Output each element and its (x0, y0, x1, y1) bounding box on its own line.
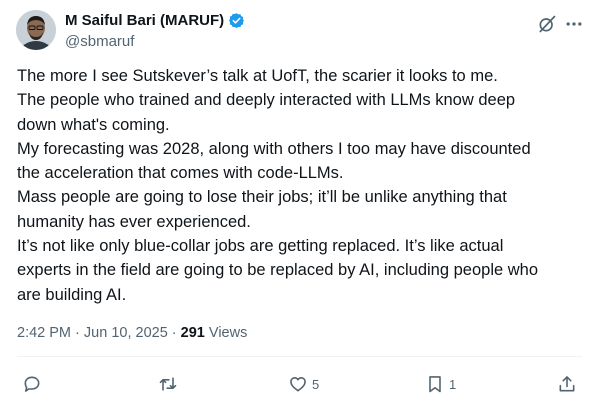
bookmark-count: 1 (449, 376, 457, 392)
author-handle[interactable]: @sbmaruf (65, 33, 134, 50)
verified-badge-icon (228, 12, 245, 29)
heart-icon (288, 374, 308, 394)
tweet-line: humanity has ever experienced. (17, 212, 251, 231)
views-count: 291 (180, 325, 205, 341)
more-icon[interactable] (564, 14, 584, 34)
divider (17, 356, 582, 357)
tweet-line: My forecasting was 2028, along with othe… (17, 139, 531, 158)
tweet-line: It’s not like only blue-collar jobs are … (17, 237, 504, 256)
reply-icon (22, 374, 42, 394)
share-icon (557, 374, 577, 394)
tweet-date[interactable]: Jun 10, 2025 (84, 325, 168, 341)
meta-separator: · (171, 325, 177, 341)
action-bar: 5 1 (0, 372, 599, 396)
like-count: 5 (312, 376, 320, 392)
bookmark-button[interactable]: 1 (425, 372, 456, 396)
tweet-line: experts in the field are going to be rep… (17, 261, 539, 280)
tweet-line: down what's coming. (17, 115, 170, 134)
tweet-line: Mass people are going to lose their jobs… (17, 188, 507, 207)
tweet-text: The more I see Sutskever’s talk at UofT,… (17, 64, 587, 307)
author-name-text: M Saiful Bari (MARUF) (65, 12, 225, 29)
reply-button[interactable] (22, 372, 46, 396)
tweet-line: are building AI. (17, 285, 127, 304)
tweet-line: the acceleration that comes with code-LL… (17, 164, 344, 183)
tweet-line: The more I see Sutskever’s talk at UofT,… (17, 67, 498, 85)
tweet-time[interactable]: 2:42 PM (17, 325, 71, 341)
meta-separator: · (75, 325, 80, 341)
retweet-button[interactable] (158, 372, 182, 396)
tweet-line: The people who trained and deeply intera… (17, 91, 516, 110)
share-button[interactable] (557, 372, 577, 396)
author-name[interactable]: M Saiful Bari (MARUF) (65, 12, 245, 29)
avatar[interactable] (16, 10, 56, 50)
grok-icon[interactable] (537, 14, 557, 34)
retweet-icon (158, 374, 178, 394)
like-button[interactable]: 5 (288, 372, 319, 396)
bookmark-icon (425, 374, 445, 394)
views-label: Views (208, 325, 248, 341)
tweet-meta: 2:42 PM · Jun 10, 2025 · 291 Views (17, 325, 247, 341)
